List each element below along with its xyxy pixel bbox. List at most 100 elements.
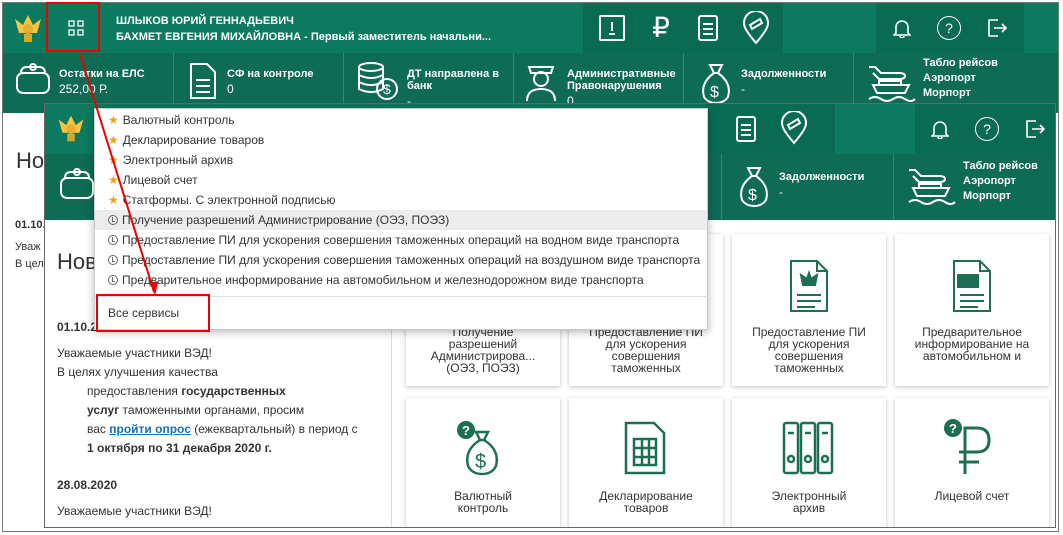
menu-item-label: Предварительное информирование на автомо…	[122, 273, 644, 287]
svg-text:?: ?	[949, 421, 957, 436]
declaration-form-icon	[619, 418, 671, 478]
menu-item-favorite[interactable]: ★ Лицевой счет	[95, 170, 707, 190]
divider	[893, 154, 894, 220]
user-info: ШЛЫКОВ ЮРИЙ ГЕННАДЬЕВИЧ БАХМЕТ ЕВГЕНИЯ М…	[116, 13, 491, 45]
ruble-icon[interactable]: ₽	[647, 11, 675, 43]
menu-item-recent[interactable]: Предоставление ПИ для ускорения совершен…	[95, 250, 707, 270]
menu-item-recent[interactable]: Предварительное информирование на автомо…	[95, 270, 707, 290]
document-list-icon[interactable]	[733, 114, 759, 144]
news-line: В целях улучшения качества	[57, 365, 218, 379]
document-list-icon[interactable]	[695, 13, 721, 43]
stat-debts[interactable]: $ Задолженности -	[697, 61, 826, 105]
menu-item-label: Электронный архив	[122, 153, 234, 167]
menu-item-favorite[interactable]: ★ Декларирование товаров	[95, 130, 707, 150]
menu-item-label: Валютный контроль	[122, 113, 235, 127]
customs-document-icon	[947, 256, 997, 316]
service-card-currency-control[interactable]: ? $ Валютный контроль	[406, 398, 560, 527]
service-card-goods-declaration[interactable]: Декларирование товаров	[569, 398, 723, 527]
clock-icon	[108, 235, 118, 245]
service-card-air-transport[interactable]: Предоставление ПИ для ускорения совершен…	[732, 234, 886, 386]
highlight-all-services	[96, 294, 210, 332]
top-bar: ШЛЫКОВ ЮРИЙ ГЕННАДЬЕВИЧ БАХМЕТ ЕВГЕНИЯ М…	[3, 3, 1058, 53]
money-bag-icon: $	[735, 164, 773, 208]
service-card-personal-account[interactable]: ? Лицевой счет	[895, 398, 1049, 527]
wallet-icon[interactable]	[57, 164, 97, 204]
stat-els-balance[interactable]: Остатки на ЕЛС 252,00 Р.	[13, 59, 145, 99]
stat-debts[interactable]: $ Задолженности -	[735, 164, 864, 208]
menu-item-label: Статформы. С электронной подписью	[122, 193, 336, 207]
card-label: Лицевой счет	[934, 489, 1010, 503]
logout-icon[interactable]	[985, 16, 1009, 40]
help-icon[interactable]: ?	[937, 16, 961, 40]
service-card-electronic-archive[interactable]: Электронный архив	[732, 398, 886, 527]
menu-item-favorite[interactable]: ★ Статформы. С электронной подписью	[95, 190, 707, 210]
survey-link[interactable]: пройти опрос	[109, 422, 191, 436]
news-text: вас	[87, 422, 106, 436]
news-line: 1 октября по 31 декабря 2020 г.	[87, 441, 272, 455]
card-label: Предоставление ПИ для ускорения совершен…	[752, 326, 866, 374]
money-bag-question-icon: ? $	[452, 418, 512, 478]
seaport-link[interactable]: Морпорт	[963, 190, 1038, 202]
stat-label: Задолженности	[779, 171, 865, 183]
airport-link[interactable]: Аэропорт	[923, 72, 998, 84]
clock-icon	[108, 275, 118, 285]
logout-icon[interactable]	[1023, 117, 1047, 141]
clock-icon	[108, 255, 118, 265]
stat-label: Табло рейсов	[923, 57, 998, 69]
news-line: Уважаемые участники ВЭД!	[57, 504, 212, 518]
stat-dt-bank[interactable]: $ ДТ направлена в банк -	[355, 59, 502, 108]
news-text-bold: государственных	[181, 384, 286, 398]
help-icon[interactable]: ?	[975, 117, 999, 141]
menu-item-label: Лицевой счет	[122, 173, 198, 187]
fts-emblem-icon[interactable]	[9, 9, 47, 47]
svg-text:$: $	[475, 451, 486, 473]
svg-text:?: ?	[462, 423, 470, 438]
menu-item-recent[interactable]: Предоставление ПИ для ускорения совершен…	[95, 230, 707, 250]
stat-sf-control[interactable]: СФ на контроле 0	[185, 59, 313, 103]
stat-value: -	[741, 82, 745, 96]
money-bag-icon: $	[697, 61, 735, 105]
stat-admin-offenses[interactable]: Административные Правонарушения 0	[521, 59, 677, 108]
coins-icon: $	[355, 59, 401, 103]
seaport-link[interactable]: Морпорт	[923, 87, 998, 99]
plane-ship-icon	[905, 160, 957, 206]
stat-flight-board[interactable]: Табло рейсов Аэропорт Морпорт	[905, 160, 1038, 206]
highlight-apps-button	[46, 2, 100, 52]
svg-text:$: $	[748, 187, 757, 204]
star-icon: ★	[108, 173, 119, 187]
service-card-pre-inform-auto[interactable]: Предварительное информирование на автомо…	[895, 234, 1049, 386]
user-name: ШЛЫКОВ ЮРИЙ ГЕННАДЬЕВИЧ	[116, 15, 294, 27]
airport-link[interactable]: Аэропорт	[963, 175, 1038, 187]
stat-flight-board[interactable]: Табло рейсов Аэропорт Морпорт	[865, 57, 998, 103]
clock-icon	[108, 215, 118, 225]
quick-actions-panel	[705, 104, 835, 154]
news-line: вас пройти опрос (ежеквартальный) в пери…	[57, 420, 387, 439]
wallet-icon	[13, 59, 53, 99]
document-icon	[185, 59, 221, 103]
news-text-bold: услуг	[87, 403, 120, 417]
bell-icon[interactable]	[929, 118, 951, 140]
menu-item-favorite[interactable]: ★ Валютный контроль	[95, 110, 707, 130]
card-label: Валютный контроль	[454, 489, 512, 515]
stat-value: -	[779, 185, 783, 199]
news-text: предоставления	[87, 384, 178, 398]
location-tag-icon[interactable]	[779, 110, 809, 146]
menu-item-recent[interactable]: Получение разрешений Администрирование (…	[95, 210, 707, 230]
menu-item-favorite[interactable]: ★ Электронный архив	[95, 150, 707, 170]
certificate-icon[interactable]	[599, 15, 625, 41]
menu-item-label: Получение разрешений Администрирование (…	[122, 213, 450, 227]
stat-label: Задолженности	[741, 68, 827, 80]
star-icon: ★	[108, 193, 119, 207]
card-label: Получение разрешений Администрирова... (…	[430, 325, 536, 375]
bell-icon[interactable]	[891, 17, 913, 39]
card-label: Предварительное информирование на автомо…	[914, 326, 1030, 363]
news-date: 28.08.2020	[57, 478, 118, 492]
location-tag-icon[interactable]	[741, 11, 771, 45]
stat-value: 252,00 Р.	[59, 82, 109, 96]
menu-item-label: Предоставление ПИ для ускорения совершен…	[122, 233, 680, 247]
stat-label: Административные Правонарушения	[567, 68, 676, 92]
stat-label: Табло рейсов	[963, 160, 1038, 172]
divider	[721, 154, 722, 220]
news-line: Уважаемые участники ВЭД!	[57, 346, 212, 360]
fts-emblem-icon[interactable]	[53, 110, 89, 146]
